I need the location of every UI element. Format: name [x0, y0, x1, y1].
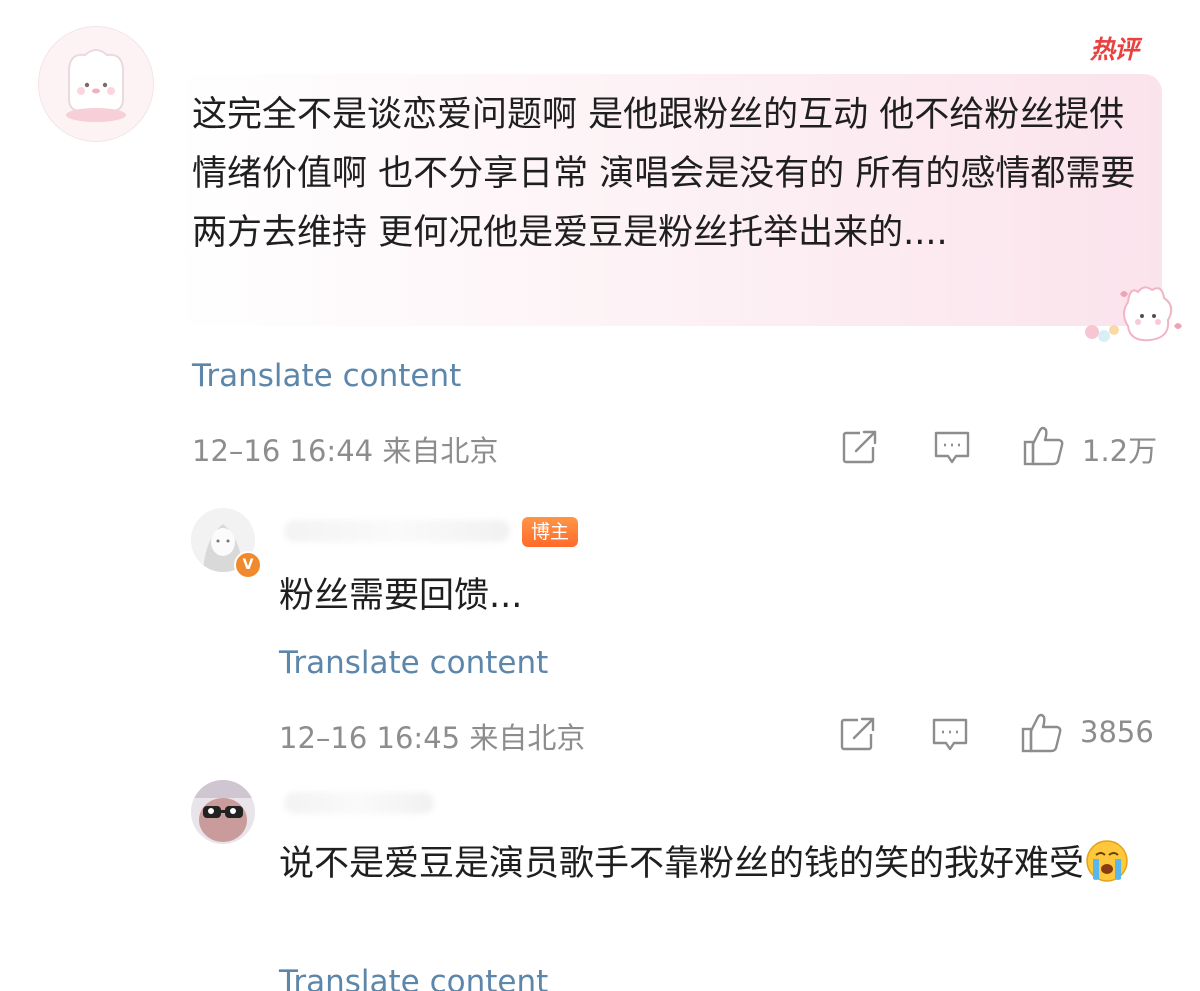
- share-icon[interactable]: [840, 427, 880, 467]
- like-count: 1.2万: [1082, 434, 1158, 468]
- reply-meta: 12–16 16:45 来自北京: [279, 721, 586, 755]
- commenter-avatar[interactable]: [38, 26, 154, 142]
- blurred-username: [284, 520, 510, 542]
- share-icon[interactable]: [838, 714, 878, 754]
- translate-link[interactable]: Translate content: [279, 645, 548, 681]
- comment-text: 这完全不是谈恋爱问题啊 是他跟粉丝的互动 他不给粉丝提供情绪价值啊 也不分享日常…: [192, 95, 1136, 253]
- comment-icon[interactable]: [930, 714, 970, 754]
- comment-thread: 热评 这完全不是谈恋爱问题啊 是他跟粉丝的互动 他不给粉丝提供情绪价值啊 也不分…: [0, 0, 1200, 991]
- blogger-badge: 博主: [522, 517, 578, 547]
- crying-emoji-icon: [1086, 840, 1128, 882]
- reply-avatar[interactable]: [191, 780, 255, 844]
- verified-badge-icon: V: [234, 551, 262, 579]
- reply-text: 说不是爱豆是演员歌手不靠粉丝的钱的笑的我好难受: [279, 834, 1159, 894]
- like-count: 3856: [1080, 715, 1154, 749]
- translate-link[interactable]: Translate content: [279, 964, 548, 991]
- thumbs-up-icon[interactable]: [1020, 711, 1064, 755]
- translate-link[interactable]: Translate content: [192, 358, 461, 394]
- hot-comment-badge: 热评: [1090, 35, 1139, 64]
- blurred-username: [284, 792, 434, 814]
- reply-text: 粉丝需要回馈...: [279, 576, 523, 616]
- comment-meta: 12–16 16:44 来自北京: [192, 434, 499, 468]
- comment-bubble: 这完全不是谈恋爱问题啊 是他跟粉丝的互动 他不给粉丝提供情绪价值啊 也不分享日常…: [172, 74, 1162, 326]
- thumbs-up-icon[interactable]: [1022, 424, 1066, 468]
- comment-icon[interactable]: [932, 427, 972, 467]
- melody-mascot-icon: [1085, 286, 1182, 342]
